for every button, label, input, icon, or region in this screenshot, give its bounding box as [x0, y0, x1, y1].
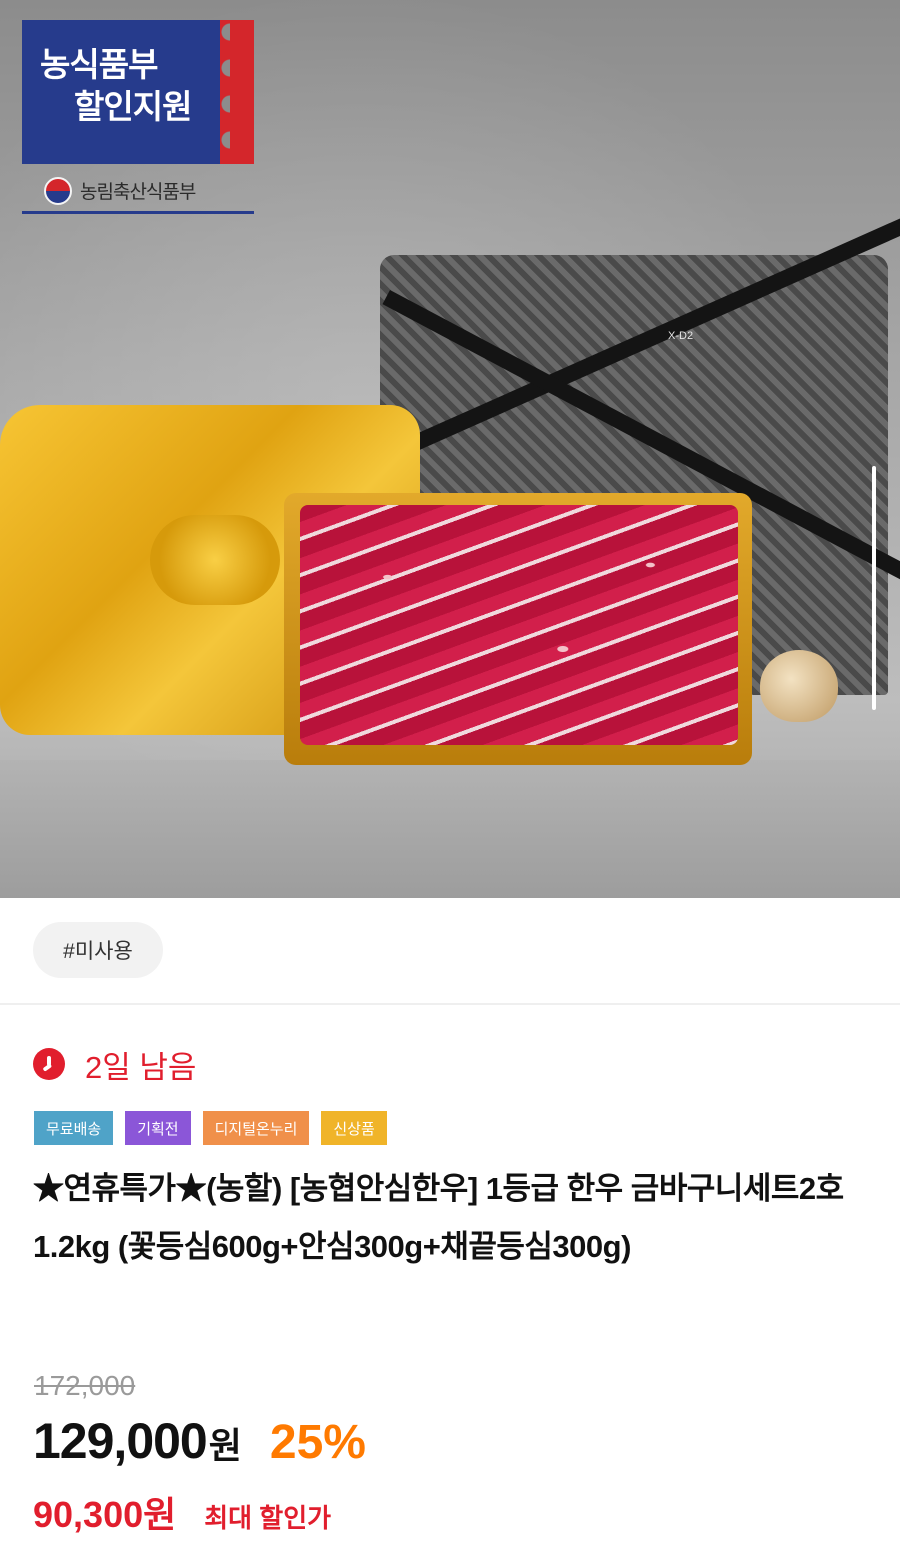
image-scrollbar[interactable]: [872, 466, 876, 710]
hashtag-chip[interactable]: #미사용: [33, 922, 163, 978]
image-gold-knot: [150, 515, 280, 605]
image-table-surface: [0, 760, 900, 898]
discount-support-badge: 농식품부 할인지원 농림축산식품부: [22, 20, 254, 216]
badge-title: 농식품부 할인지원: [40, 44, 220, 128]
product-badges: 무료배송 기획전 디지털온누리 신상품: [34, 1111, 387, 1145]
badge-digital-onnuri: 디지털온누리: [202, 1111, 310, 1145]
image-bag-label: X-D2: [668, 330, 694, 342]
product-title: ★연휴특가★(농할) [농협안심한우] 1등급 한우 금바구니세트2호 1.2k…: [33, 1171, 844, 1264]
countdown-text: 2일 남음: [85, 1049, 197, 1085]
badge-new-product: 신상품: [321, 1111, 387, 1145]
badge-free-shipping: 무료배송: [34, 1111, 114, 1145]
image-garlic: [760, 650, 838, 722]
original-price: 172,000: [34, 1370, 136, 1401]
badge-line2: 할인지원: [74, 88, 192, 125]
sale-countdown: 2일 남음: [33, 1040, 196, 1088]
ministry-row: 농림축산식품부: [22, 170, 254, 214]
price-row: 129,000 원 25%: [33, 1412, 366, 1482]
max-discount-label: 최대 할인가: [204, 1503, 332, 1533]
product-image[interactable]: X-D2 농식품부 할인지원 농림축산식품부: [0, 0, 900, 898]
sale-price: 129,000: [33, 1413, 208, 1469]
taegeuk-icon: [44, 176, 72, 205]
max-discount-row: 90,300원 최대 할인가: [33, 1486, 331, 1538]
section-divider: [0, 1003, 900, 1005]
image-beef: [300, 505, 738, 745]
badge-special-exhibition: 기획전: [125, 1111, 191, 1145]
ministry-name: 농림축산식품부: [80, 182, 196, 203]
clock-icon: [33, 1048, 65, 1080]
discount-rate: 25%: [269, 1416, 366, 1469]
price-unit: 원: [208, 1426, 242, 1467]
badge-line1: 농식품부: [40, 46, 158, 83]
max-discount-price: 90,300원: [33, 1494, 177, 1535]
